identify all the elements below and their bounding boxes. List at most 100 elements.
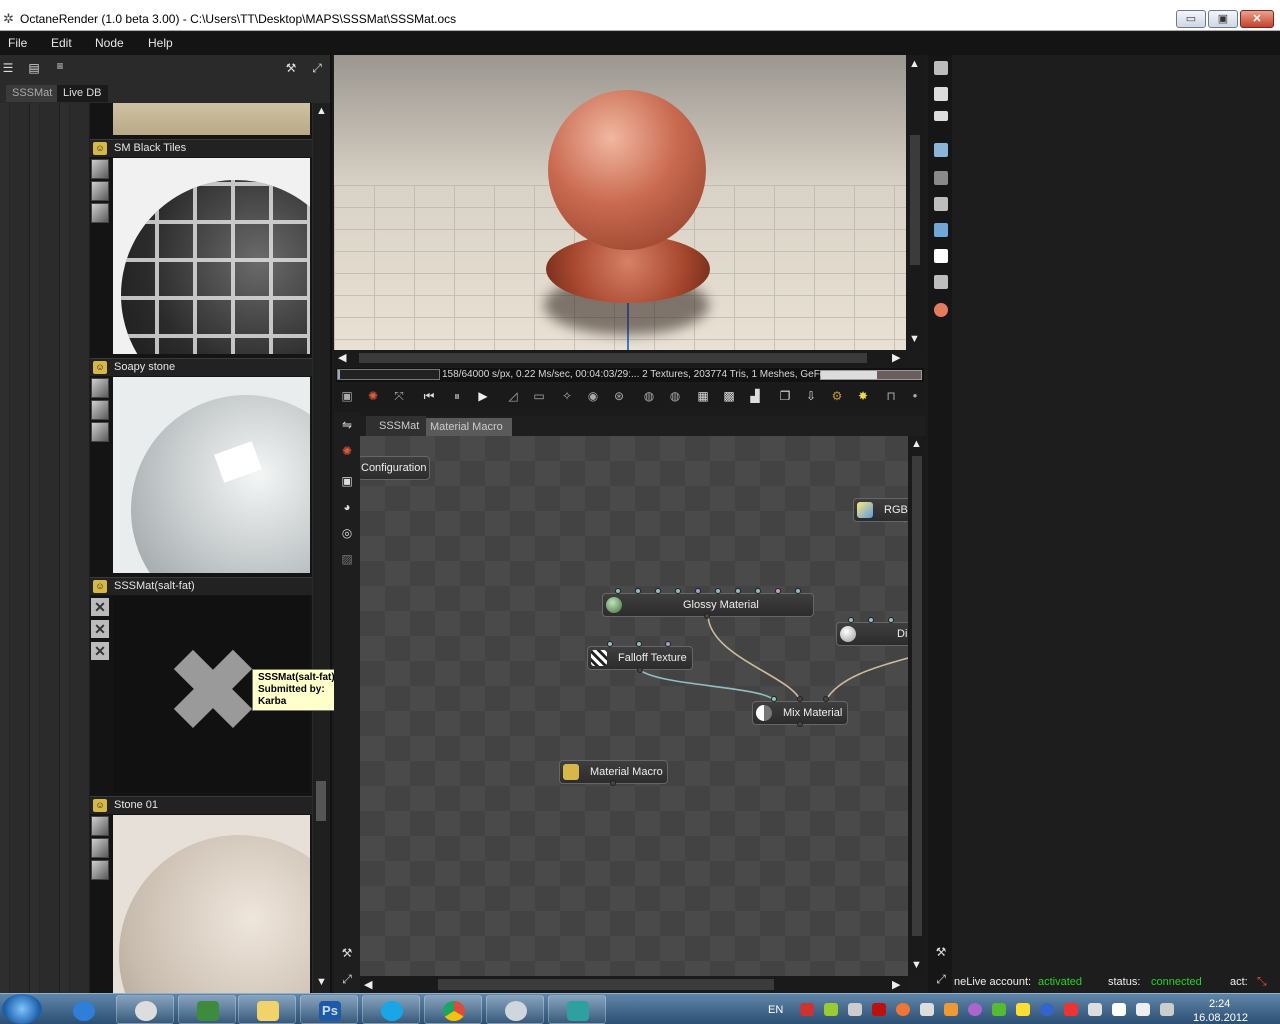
minimize-button[interactable]: ▭ [1176,10,1206,28]
input-pin[interactable] [771,696,777,702]
film-icon[interactable] [934,197,948,211]
input-pin[interactable] [795,588,801,594]
kernel-icon[interactable] [934,275,948,289]
input-pin[interactable] [635,588,641,594]
input-pin[interactable] [868,617,874,623]
output-pin[interactable] [797,721,803,727]
tray-icon[interactable] [1040,1003,1054,1016]
start-button[interactable] [2,994,42,1024]
expand-icon[interactable]: ⤢ [339,972,355,986]
material-preview[interactable] [113,815,310,993]
input-pin[interactable] [755,588,761,594]
tray-icon[interactable] [1064,1003,1078,1016]
taskbar-app[interactable] [486,995,544,1024]
save-render-icon[interactable]: ▣ [338,387,356,405]
diffuse-material-node[interactable]: Di [836,622,908,646]
missing-image-icon[interactable]: ✕ [91,620,109,638]
link-icon[interactable]: ⇋ [339,418,355,432]
taskbar-skype[interactable] [362,995,420,1024]
scroll-up-icon[interactable]: ▲ [316,105,327,117]
thumbnail[interactable] [91,860,109,880]
tray-icon[interactable] [872,1003,886,1016]
input-pin[interactable] [888,617,894,623]
restart-render-icon[interactable]: ✺ [364,387,382,405]
scroll-thumb[interactable] [359,353,867,363]
viewport-vertical-scrollbar[interactable]: ▲ ▼ [906,55,924,350]
nvidia-icon[interactable] [992,1003,1006,1016]
material-preview[interactable] [113,103,310,135]
render-target-icon[interactable] [934,61,948,75]
viewport-horizontal-scrollbar[interactable]: ◀ ▶ [334,350,906,366]
input-pin[interactable] [715,588,721,594]
menu-help[interactable]: Help [148,36,173,50]
action-center-icon[interactable] [1136,1003,1150,1016]
taskbar-octane[interactable] [116,995,174,1024]
input-pin[interactable] [607,641,613,647]
input-pin[interactable] [655,588,661,594]
input-pin[interactable] [675,588,681,594]
image-settings-icon[interactable] [934,249,948,263]
input-pin[interactable] [848,617,854,623]
thumbnail[interactable] [91,816,109,836]
clock-time[interactable]: 2:24 [1209,998,1230,1010]
scroll-down-icon[interactable]: ▼ [316,976,327,988]
pick-focus-icon[interactable]: ◉ [584,387,602,405]
thumbnail[interactable] [91,422,109,442]
menu-node[interactable]: Node [95,36,124,50]
wrench-icon[interactable]: ⚒ [933,945,949,959]
material-preview[interactable] [113,377,310,573]
flag-icon[interactable] [1112,1003,1126,1016]
volume-icon[interactable] [848,1003,862,1016]
input-pin[interactable] [735,588,741,594]
mesh-node-icon[interactable]: ▣ [339,474,355,488]
node-graph-vertical-scrollbar[interactable]: ▲ ▼ [908,436,926,976]
tab-sssmat[interactable]: SSSMat [366,416,426,436]
taskbar-monitor[interactable] [178,995,236,1024]
region-render-icon[interactable]: ◿ [504,387,522,405]
scroll-left-icon[interactable]: ◀ [338,351,346,364]
expand-icon[interactable]: ⤢ [309,61,325,75]
render-viewport[interactable] [334,55,906,350]
lock-render-icon[interactable]: ◍ [640,387,658,405]
tray-icon[interactable] [968,1003,982,1016]
list-item[interactable]: ☺ Stone 01 [90,796,312,814]
input-pin[interactable] [695,588,701,594]
input-pin[interactable] [797,696,803,702]
node-graph-horizontal-scrollbar[interactable]: ◀ ▶ [360,976,908,993]
pause-icon[interactable]: ⏸ [448,387,466,405]
render-node-icon[interactable]: ✺ [339,444,355,458]
expand-icon[interactable]: ⤢ [933,972,949,986]
list-view-icon[interactable]: ☰ [0,61,16,75]
output-pin[interactable] [704,613,710,619]
panel-layout-icon[interactable] [934,87,948,101]
thumbnail[interactable] [91,378,109,398]
camera-icon[interactable] [934,171,948,185]
scroll-left-icon[interactable]: ◀ [364,978,372,991]
list-item[interactable]: ☺ Soapy stone [90,358,312,376]
record-icon[interactable]: ● [906,387,924,405]
input-pin[interactable] [665,641,671,647]
unlock-icon[interactable]: ⊓ [882,387,900,405]
configuration-node[interactable]: Configuration [360,456,430,480]
play-icon[interactable]: ▶ [474,387,492,405]
display-icon[interactable]: ▭ [530,387,548,405]
menu-edit[interactable]: Edit [51,36,72,50]
export-icon[interactable]: ⇩ [802,387,820,405]
list-item[interactable]: ☺ SSSMat(salt-fat) [90,577,312,595]
output-pin[interactable] [610,780,616,786]
clay-mode-icon[interactable]: ◍ [666,387,684,405]
material-icon[interactable] [934,303,948,317]
tab-live-db[interactable]: Live DB [57,85,108,102]
clock-date[interactable]: 16.08.2012 [1193,1012,1248,1024]
scroll-right-icon[interactable]: ▶ [892,978,900,991]
tab-material-macro[interactable]: Material Macro [426,418,512,436]
taskbar-explorer[interactable] [238,995,296,1024]
scroll-thumb[interactable] [910,135,920,265]
scroll-down-icon[interactable]: ▼ [911,959,922,971]
camera-icon[interactable]: ⚙ [828,387,846,405]
alpha-icon[interactable]: ▩ [720,387,738,405]
rewind-icon[interactable]: ⏮ [420,387,438,405]
input-pin[interactable] [775,588,781,594]
close-button[interactable]: ✕ [1240,10,1274,28]
warning-icon[interactable] [896,1003,910,1016]
